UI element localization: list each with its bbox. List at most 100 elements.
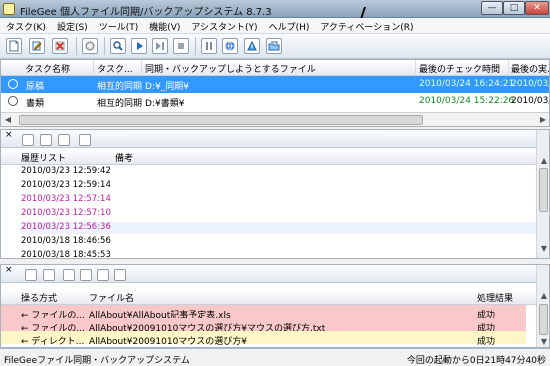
delete-task-icon[interactable]: [52, 38, 68, 54]
column-task-type[interactable]: タスク...: [97, 62, 133, 75]
operation-row[interactable]: ← ファイルの... AllAbout¥20091010マウスの選び方¥マウスの…: [1, 318, 526, 333]
menu-features[interactable]: 機能(V): [143, 18, 185, 34]
history-row[interactable]: 2010/03/23 12:57:14: [21, 194, 546, 206]
menu-help[interactable]: ヘルプ(H): [263, 18, 315, 34]
menu-task[interactable]: タスク(K): [0, 18, 51, 34]
history-refresh-icon[interactable]: [22, 134, 34, 146]
update-icon[interactable]: [244, 38, 260, 54]
history-vertical-scrollbar[interactable]: ▲ ▼: [536, 130, 549, 258]
history-row[interactable]: 2010/03/18 18:45:53: [21, 250, 546, 258]
operation-filter-icon[interactable]: [25, 269, 37, 281]
history-header: 履歴リスト 備考: [1, 149, 549, 165]
task-name: 書類: [26, 99, 45, 108]
task-row[interactable]: 書類 相互的同期 D:¥書類¥ 2010/03/24 15:22:26 2010…: [1, 93, 549, 110]
menu-bar: タスク(K) 設定(S) ツール(T) 機能(V) アシスタント(Y) ヘルプ(H) アクテ…: [0, 18, 550, 34]
scroll-up-icon[interactable]: ▲: [537, 289, 549, 303]
task-row[interactable]: 原稿 相互的同期 D:¥_同期¥ 2010/03/24 16:24:21 201…: [1, 76, 549, 93]
history-close-icon[interactable]: ×: [5, 131, 15, 141]
new-task-icon[interactable]: [6, 38, 22, 54]
operation-first-icon[interactable]: [63, 269, 75, 281]
operation-header: 操る方式 ファイル名 処理結果: [1, 289, 549, 305]
column-task-name[interactable]: タスク名称: [25, 62, 70, 75]
menu-settings[interactable]: 設定(S): [51, 18, 93, 34]
column-last-run[interactable]: 最後の実...: [511, 62, 549, 75]
operation-method: ← ディレクト...: [21, 337, 85, 346]
minimize-button[interactable]: —: [481, 1, 503, 15]
operation-column-result[interactable]: 処理結果: [477, 291, 513, 304]
close-button[interactable]: ✕: [525, 1, 549, 15]
operation-vertical-scrollbar[interactable]: ▲ ▼: [536, 265, 549, 347]
scroll-up-icon[interactable]: ▲: [537, 154, 549, 168]
edit-task-icon[interactable]: [29, 38, 45, 54]
task-list-panel: タスク名称 タスク... 同期・バックアップしようとするファイル 最後のチェック…: [0, 59, 550, 127]
application-window: FileGee 個人ファイル同期/バックアップシステム 8.7.3 — □ ✕ …: [0, 0, 550, 366]
history-column-note[interactable]: 備考: [115, 151, 133, 164]
history-scroll-thumb[interactable]: [539, 168, 548, 212]
history-export-icon[interactable]: [79, 134, 91, 146]
scroll-down-icon[interactable]: ▼: [537, 242, 549, 256]
task-type: 相互的同期: [97, 82, 143, 91]
task-last-check: 2010/03/24 15:22:26: [419, 96, 515, 106]
task-type: 相互的同期: [97, 99, 143, 108]
scroll-right-icon[interactable]: ▶: [536, 113, 549, 126]
status-left-text: FileGeeファイル同期・バックアップシステム: [4, 356, 190, 366]
operation-toolbar: ×: [1, 265, 549, 283]
operation-scroll-thumb[interactable]: [539, 304, 548, 335]
history-panel: × 履歴リスト 備考 2010/03/23 12:59:42 2010/03/2…: [0, 129, 550, 259]
menu-tools[interactable]: ツール(T): [93, 18, 144, 34]
history-row[interactable]: 2010/03/23 12:59:14: [21, 180, 546, 192]
operation-panel: × 操る方式 ファイル名 処理結果 ← ファイルの... AllAbout¥Al…: [0, 264, 550, 348]
operation-copy-icon[interactable]: [43, 269, 55, 281]
sync-task-icon: [8, 79, 18, 89]
task-scroll-thumb[interactable]: [19, 115, 423, 125]
app-icon: [3, 3, 15, 15]
operation-row[interactable]: ← ファイルの... AllAbout¥AllAbout記事予定表.xls 成功: [1, 305, 526, 320]
menu-assistant[interactable]: アシスタント(Y): [185, 18, 262, 34]
operation-next-icon[interactable]: [97, 269, 109, 281]
task-last-check: 2010/03/24 16:24:21: [419, 79, 515, 89]
operation-file: AllAbout¥20091010マウスの選び方¥: [89, 337, 248, 346]
column-last-check[interactable]: 最後のチェック時間: [419, 62, 500, 75]
operation-result: 成功: [477, 337, 496, 346]
operation-column-file[interactable]: ファイル名: [89, 291, 134, 304]
task-name: 原稿: [26, 82, 45, 91]
folder-sync-icon[interactable]: [266, 38, 282, 54]
history-column-list[interactable]: 履歴リスト: [21, 151, 66, 164]
task-horizontal-scrollbar[interactable]: ◀ ▶: [1, 112, 549, 126]
settings-icon[interactable]: [82, 38, 98, 54]
title-bar: FileGee 個人ファイル同期/バックアップシステム 8.7.3 — □ ✕: [0, 0, 550, 19]
search-icon[interactable]: [110, 38, 126, 54]
main-toolbar: [0, 34, 550, 59]
history-search-icon[interactable]: [40, 134, 52, 146]
task-path: D:¥書類¥: [145, 99, 185, 108]
operation-prev-icon[interactable]: [80, 269, 92, 281]
task-path: D:¥_同期¥: [145, 82, 189, 91]
window-title: FileGee 個人ファイル同期/バックアップシステム 8.7.3: [20, 7, 272, 18]
history-row[interactable]: 2010/03/23 12:56:36: [21, 222, 546, 234]
menu-activation[interactable]: アクティベーション(R): [314, 18, 418, 34]
task-last-run: 2010/03/: [511, 79, 550, 89]
step-icon[interactable]: [152, 38, 168, 54]
operation-row[interactable]: ← ディレクト... AllAbout¥20091010マウスの選び方¥ 成功: [1, 331, 526, 346]
history-row[interactable]: 2010/03/23 12:59:42: [21, 166, 546, 178]
history-toolbar: ×: [1, 130, 549, 148]
operation-close-icon[interactable]: ×: [5, 266, 15, 276]
pause-icon[interactable]: [201, 38, 217, 54]
operation-last-icon[interactable]: [114, 269, 126, 281]
run-icon[interactable]: [131, 38, 147, 54]
status-bar: FileGeeファイル同期・バックアップシステム 今回の起動から0日21時47分…: [0, 348, 550, 366]
scroll-left-icon[interactable]: ◀: [1, 113, 15, 126]
history-row[interactable]: 2010/03/18 18:46:56: [21, 236, 546, 248]
status-right-text: 今回の起動から0日21時47分40秒: [406, 356, 546, 366]
column-sync-files[interactable]: 同期・バックアップしようとするファイル: [145, 62, 316, 75]
stop-icon[interactable]: [173, 38, 189, 54]
operation-column-method[interactable]: 操る方式: [21, 291, 57, 304]
task-last-run: 2010/03/: [511, 96, 550, 106]
task-list-header: タスク名称 タスク... 同期・バックアップしようとするファイル 最後のチェック…: [1, 60, 549, 76]
scroll-down-icon[interactable]: ▼: [537, 335, 549, 347]
history-row[interactable]: 2010/03/23 12:57:10: [21, 208, 546, 220]
history-delete-icon[interactable]: [58, 134, 70, 146]
web-icon[interactable]: [222, 38, 238, 54]
sync-task-icon: [8, 96, 18, 106]
maximize-button[interactable]: □: [503, 1, 525, 15]
